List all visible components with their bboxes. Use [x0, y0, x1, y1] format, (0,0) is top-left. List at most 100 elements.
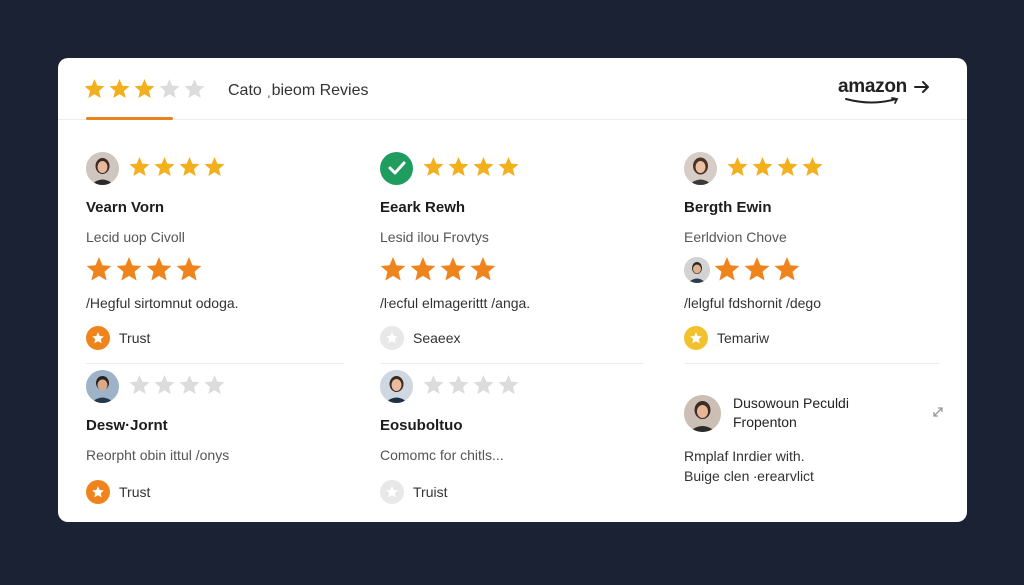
review-quote: /ŀecful elmagerittt /anga. [380, 295, 531, 311]
header-rating[interactable] [84, 79, 212, 101]
status-badge[interactable]: Seaeex [380, 326, 650, 350]
expand-icon[interactable] [932, 406, 944, 421]
star-filled [380, 257, 406, 281]
star-filled [116, 257, 142, 281]
star-filled [440, 257, 466, 281]
review-card[interactable]: Bergth Ewin Eerldvion Chove /lelgful fds… [684, 151, 954, 350]
avatar [86, 151, 119, 185]
review-stars [129, 157, 229, 179]
badge-label: Trust [119, 484, 151, 500]
verified-check-icon [380, 151, 413, 185]
reviews-card: Cato ˌbieom Revies amazon Vearn Vorn Lec… [58, 58, 967, 522]
card-header: Cato ˌbieom Revies amazon [58, 58, 967, 120]
gray-star-badge-icon [380, 326, 404, 350]
amazon-smile-icon [845, 97, 899, 104]
amazon-logo: amazon [838, 76, 907, 97]
star-filled [134, 79, 155, 98]
review-card[interactable]: Eosuboltuo Comomc for chitls... Truist [380, 369, 650, 504]
review-subtitle: Comomc for chitls... [380, 447, 504, 463]
reviewer-name: Eosuboltuo [380, 417, 463, 434]
star-empty [448, 375, 469, 394]
active-tab-indicator [86, 117, 173, 120]
status-badge[interactable]: Temariw [684, 326, 954, 350]
review-card[interactable]: Vearn Vorn Lecid uop Civoll /Hegful sirt… [86, 151, 356, 350]
star-empty [498, 375, 519, 394]
divider [684, 363, 940, 364]
four-stars-icon [129, 157, 225, 176]
reviewer-name: Vearn Vorn [86, 199, 165, 216]
review-text-line: Buige clen ∙erearvlict [684, 468, 814, 484]
star-filled [410, 257, 436, 281]
star-filled [154, 157, 175, 176]
review-subtitle: Lecid uop Civoll [86, 229, 185, 245]
review-rating [684, 257, 954, 283]
star-empty [159, 79, 180, 98]
badge-label: Temariw [717, 330, 770, 346]
reviewer-name: Eeark Rewh [380, 199, 466, 216]
avatar [684, 394, 721, 432]
trust-badge[interactable]: Trust [86, 480, 356, 504]
arrow-right-icon [913, 81, 929, 93]
review-stars [727, 157, 827, 179]
star-filled [176, 257, 202, 281]
review-subtitle: Lesid ilou Frovtys [380, 229, 489, 245]
star-empty [179, 375, 200, 394]
star-filled [727, 157, 748, 176]
star-empty [423, 375, 444, 394]
star-filled [470, 257, 496, 281]
four-stars-icon [727, 157, 823, 176]
star-empty [473, 375, 494, 394]
divider [380, 363, 644, 364]
star-filled [498, 157, 519, 176]
status-badge[interactable]: Truist [380, 480, 650, 504]
avatar [684, 151, 717, 185]
star-filled [802, 157, 823, 176]
empty-stars-icon [129, 375, 225, 394]
review-stars [423, 375, 523, 397]
star-filled [744, 257, 770, 281]
amazon-brand-link[interactable]: amazon [838, 76, 931, 104]
reviewer-title: Fropenton [733, 414, 797, 430]
star-empty [154, 375, 175, 394]
star-filled [109, 79, 130, 98]
header-stars-icon [84, 79, 205, 98]
yellow-star-badge-icon [684, 326, 708, 350]
four-stars-icon [380, 257, 496, 281]
review-subtitle: Eerldvion Chove [684, 229, 787, 245]
gray-star-badge-icon [380, 480, 404, 504]
star-filled [714, 257, 740, 281]
badge-label: Seaeex [413, 330, 461, 346]
featured-review[interactable]: Dusowoun Peculdi Fropenton Rmplaf Inrdie… [684, 394, 944, 486]
star-filled [752, 157, 773, 176]
review-rating [86, 257, 356, 283]
four-stars-icon [423, 157, 519, 176]
reviewer-name: Desw·Jornt [86, 417, 168, 434]
page-title: Cato ˌbieom Revies [228, 82, 369, 99]
review-card[interactable]: Desw·Jornt Reorpht obin ittul /onys Trus… [86, 369, 356, 504]
empty-stars-icon [423, 375, 519, 394]
orange-star-badge-icon [86, 326, 110, 350]
trust-badge[interactable]: Trust [86, 326, 356, 350]
star-filled [777, 157, 798, 176]
star-filled [179, 157, 200, 176]
star-filled [86, 257, 112, 281]
divider [86, 363, 344, 364]
review-stars [423, 157, 523, 179]
review-rating [380, 257, 650, 283]
review-stars [129, 375, 229, 397]
star-empty [129, 375, 150, 394]
review-quote: /Hegful sirtomnut odoga. [86, 295, 239, 311]
star-filled [448, 157, 469, 176]
review-subtitle: Reorpht obin ittul /onys [86, 447, 230, 463]
star-filled [84, 79, 105, 98]
four-stars-icon [86, 257, 202, 281]
reviewer-name: Bergth Ewin [684, 199, 772, 216]
star-filled [129, 157, 150, 176]
star-filled [774, 257, 800, 281]
star-empty [204, 375, 225, 394]
three-stars-icon [714, 257, 800, 281]
review-quote: /lelgful fdshornit /dego [684, 295, 821, 311]
orange-star-badge-icon [86, 480, 110, 504]
review-card[interactable]: Eeark Rewh Lesid ilou Frovtys /ŀecful el… [380, 151, 650, 350]
star-empty [184, 79, 205, 98]
